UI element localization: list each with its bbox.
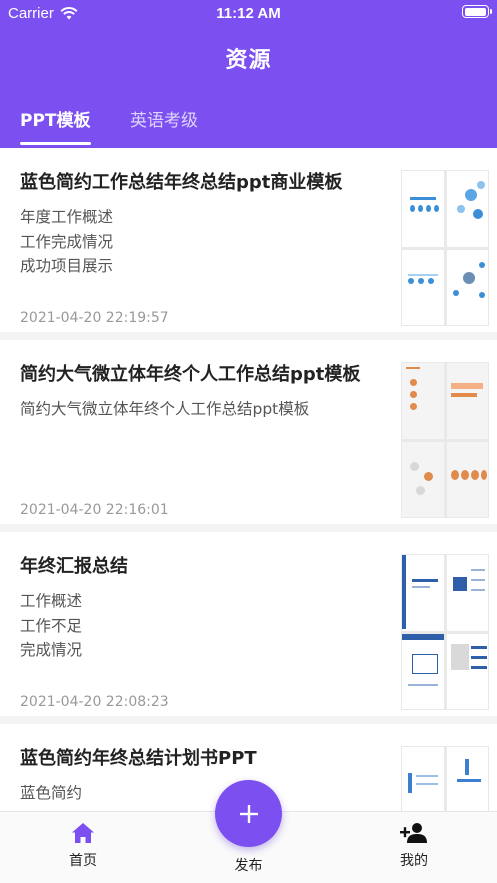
nav-home-label: 首页 (69, 853, 97, 869)
item-thumbnail (401, 362, 489, 518)
plus-icon (239, 804, 258, 823)
tab-label: 英语考级 (130, 111, 198, 131)
item-title: 简约大气微立体年终个人工作总结ppt模板 (20, 364, 361, 385)
item-thumbnail (401, 554, 489, 710)
tab-bar: PPT模板 英语考级 (0, 106, 497, 148)
resource-list: 蓝色简约工作总结年终总结ppt商业模板 年度工作概述 工作完成情况 成功项目展示… (0, 148, 497, 883)
thumbnail-slide (446, 171, 488, 247)
page-title: 资源 (225, 48, 272, 73)
list-item[interactable]: 简约大气微立体年终个人工作总结ppt模板 简约大气微立体年终个人工作总结ppt模… (0, 340, 497, 532)
item-description: 蓝色简约 (20, 781, 382, 806)
status-bar: Carrier 11:12 AM (0, 0, 497, 26)
thumbnail-slide (402, 633, 444, 709)
item-title: 蓝色简约年终总结计划书PPT (20, 748, 257, 769)
battery-icon (462, 5, 492, 18)
desc-line: 年度工作概述 (20, 208, 114, 226)
nav-home[interactable]: 首页 (43, 822, 123, 870)
tab-active-indicator (20, 142, 91, 145)
desc-line: 完成情况 (20, 641, 83, 659)
tab-english-exam[interactable]: 英语考级 (130, 106, 198, 131)
thumbnail-slide (446, 555, 488, 631)
nav-mine-label: 我的 (400, 853, 428, 869)
thumbnail-slide (446, 363, 488, 439)
item-date: 2021-04-20 22:19:57 (20, 310, 169, 326)
nav-mine[interactable]: 我的 (374, 822, 454, 870)
list-item[interactable]: 年终汇报总结 工作概述 工作不足 完成情况 2021-04-20 22:08:2… (0, 532, 497, 724)
publish-button[interactable] (215, 780, 282, 847)
item-description: 工作概述 工作不足 完成情况 (20, 589, 382, 663)
item-date: 2021-04-20 22:08:23 (20, 694, 169, 710)
thumbnail-slide (446, 633, 488, 709)
clock: 11:12 AM (216, 5, 281, 22)
publish-label: 发布 (234, 858, 263, 874)
thumbnail-slide (402, 249, 444, 325)
desc-line: 蓝色简约 (20, 784, 83, 802)
thumbnail-slide (402, 441, 444, 517)
desc-line: 工作不足 (20, 616, 83, 635)
item-description: 简约大气微立体年终个人工作总结ppt模板 (20, 397, 382, 422)
thumbnail-slide (402, 555, 444, 631)
list-item[interactable]: 蓝色简约工作总结年终总结ppt商业模板 年度工作概述 工作完成情况 成功项目展示… (0, 148, 497, 340)
item-date: 2021-04-20 22:16:01 (20, 502, 169, 518)
desc-line: 简约大气微立体年终个人工作总结ppt模板 (20, 400, 310, 418)
thumbnail-slide (446, 249, 488, 325)
item-description: 年度工作概述 工作完成情况 成功项目展示 (20, 205, 382, 279)
thumbnail-slide (446, 441, 488, 517)
home-icon (72, 823, 94, 843)
battery-level (464, 7, 486, 16)
item-thumbnail (401, 170, 489, 326)
thumbnail-slide (402, 171, 444, 247)
desc-line: 工作完成情况 (20, 232, 114, 251)
item-title: 年终汇报总结 (20, 556, 128, 577)
tab-label: PPT模板 (20, 111, 91, 131)
desc-line: 成功项目展示 (20, 257, 114, 275)
desc-line: 工作概述 (20, 592, 83, 610)
app-header: Carrier 11:12 AM 资源 PPT模板 英语考级 (0, 0, 497, 148)
tab-ppt-templates[interactable]: PPT模板 (20, 106, 91, 145)
thumbnail-slide (402, 363, 444, 439)
item-title: 蓝色简约工作总结年终总结ppt商业模板 (20, 172, 343, 193)
add-user-icon (400, 823, 427, 843)
